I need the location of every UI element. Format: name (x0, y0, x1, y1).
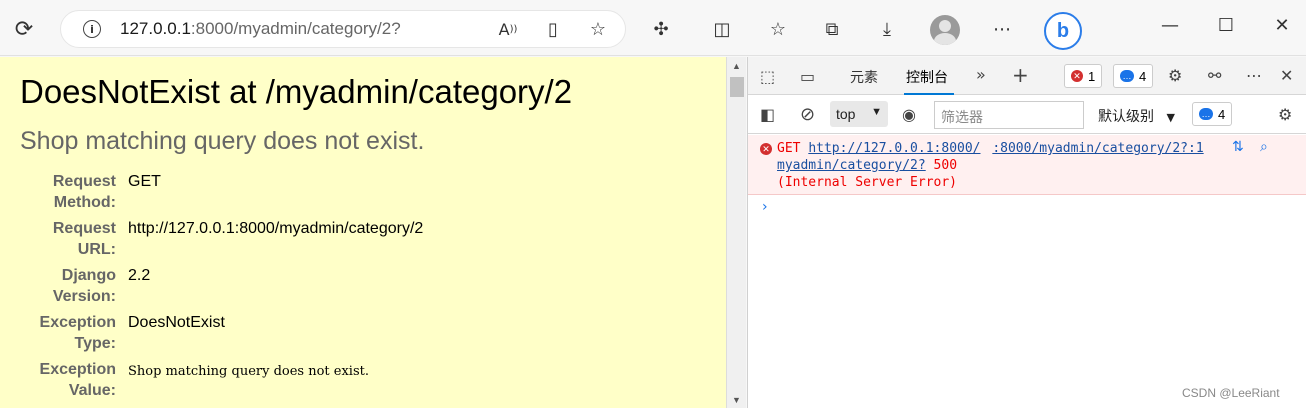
minimize-icon[interactable]: — (1154, 9, 1186, 41)
console-toolbar: ◧ ⊘ top ▼ ◉ 筛选器 默认级别 ▼ … 4 ⚙ (748, 96, 1306, 134)
address-url[interactable]: 127.0.0.1:8000/myadmin/category/2? (120, 19, 401, 39)
context-selector[interactable]: top ▼ (830, 101, 888, 127)
error-page: DoesNotExist at /myadmin/category/2 Shop… (0, 57, 726, 408)
meta-row: Request Method: GET (0, 167, 726, 214)
meta-row: Request URL: http://127.0.0.1:8000/myadmi… (0, 214, 726, 261)
log-level-label: 默认级别 (1098, 109, 1154, 125)
meta-value: http://127.0.0.1:8000/myadmin/category/2 (128, 220, 424, 237)
log-url-link[interactable]: http://127.0.0.1:8000/ (808, 141, 980, 156)
chevron-down-icon: ▼ (871, 106, 882, 118)
network-request-icon[interactable]: ⇅ (1232, 139, 1244, 155)
url-host: 127.0.0.1 (120, 19, 191, 38)
filter-placeholder: 筛选器 (941, 110, 983, 126)
info-icon[interactable]: i (76, 13, 108, 45)
scroll-down-icon[interactable]: ▼ (732, 395, 741, 405)
log-url-link-2[interactable]: myadmin/category/2? (777, 158, 926, 173)
profile-avatar[interactable] (930, 15, 960, 45)
message-count: 4 (1139, 68, 1147, 84)
message-icon: … (1199, 108, 1213, 120)
more-icon[interactable]: ⋯ (986, 13, 1018, 45)
error-line-1: GET http://127.0.0.1:8000/ :8000/myadmin… (777, 141, 1204, 156)
tab-console[interactable]: 控制台 (904, 67, 954, 95)
context-value: top (836, 106, 856, 122)
search-icon[interactable]: ⌕ (1260, 139, 1268, 155)
favorites-icon[interactable]: ☆ (762, 13, 794, 45)
url-path: :8000/myadmin/category/2? (190, 19, 401, 38)
error-icon: ✕ (760, 143, 772, 155)
add-tab-icon[interactable]: + (1012, 63, 1029, 87)
devtools-tabbar: ⬚ ▭ 元素 控制台 » + ✕ 1 … 4 ⚙ ⚯ ⋯ ✕ (748, 57, 1306, 95)
chevron-down-icon: ▼ (1166, 111, 1175, 124)
meta-row: Exception Value: Shop matching query does… (0, 355, 726, 402)
close-icon[interactable]: ✕ (1266, 9, 1298, 41)
page-title: DoesNotExist at /myadmin/category/2 (20, 73, 573, 110)
sidebar-toggle-icon[interactable]: ◧ (760, 105, 775, 124)
log-source-link[interactable]: :8000/myadmin/category/2?:1 (992, 141, 1203, 156)
filter-input[interactable]: 筛选器 (934, 101, 1084, 129)
meta-row: Exception Type: DoesNotExist (0, 308, 726, 355)
device-emulation-icon[interactable]: ▭ (800, 67, 815, 86)
log-status-text: (Internal Server Error) (777, 175, 958, 190)
error-line-2: myadmin/category/2? 500 (777, 158, 957, 173)
console-error-message: ✕ GET http://127.0.0.1:8000/ :8000/myadm… (748, 135, 1306, 195)
meta-key: Exception Type: (39, 314, 116, 352)
customize-icon[interactable]: ⚯ (1208, 66, 1221, 85)
message-badge[interactable]: … 4 (1113, 64, 1154, 88)
refresh-icon[interactable]: ⟳ (8, 13, 40, 45)
immersive-reader-icon[interactable]: ▯ (537, 13, 569, 45)
meta-value: GET (128, 173, 161, 190)
extensions-icon[interactable]: ✣ (645, 13, 677, 45)
issues-badge[interactable]: … 4 (1192, 102, 1233, 126)
request-meta-table: Request Method: GET Request URL: http://12… (0, 167, 726, 402)
error-icon: ✕ (1071, 70, 1083, 82)
page-scrollbar[interactable]: ▲ ▼ (726, 57, 746, 408)
watermark: CSDN @LeeRiant (1182, 386, 1280, 400)
page-subtitle: Shop matching query does not exist. (20, 127, 425, 155)
message-icon: … (1120, 70, 1134, 82)
favorite-add-icon[interactable]: ☆ (582, 13, 614, 45)
log-status: 500 (933, 158, 958, 173)
more-options-icon[interactable]: ⋯ (1246, 66, 1262, 85)
console-settings-icon[interactable]: ⚙ (1278, 105, 1292, 124)
browser-toolbar: ⟳ i 127.0.0.1:8000/myadmin/category/2? A… (0, 0, 1306, 56)
error-line-3: (Internal Server Error) (777, 175, 957, 190)
split-screen-icon[interactable]: ◫ (706, 13, 738, 45)
clear-console-icon[interactable]: ⊘ (800, 104, 815, 125)
settings-icon[interactable]: ⚙ (1168, 66, 1182, 85)
meta-row: Django Version: 2.2 (0, 261, 726, 308)
log-level-selector[interactable]: 默认级别 ▼ (1098, 106, 1175, 126)
error-count: 1 (1088, 68, 1096, 84)
scroll-thumb[interactable] (730, 77, 744, 97)
meta-key: Django Version: (52, 267, 116, 305)
more-tabs-icon[interactable]: » (976, 65, 986, 84)
collections-icon[interactable]: ⧉ (816, 13, 848, 45)
tab-elements[interactable]: 元素 (850, 67, 878, 87)
meta-key: Exception Value: (39, 361, 116, 399)
maximize-icon[interactable]: ☐ (1210, 9, 1242, 41)
error-badge[interactable]: ✕ 1 (1064, 64, 1103, 88)
bing-icon[interactable]: b (1044, 12, 1082, 50)
inspect-icon[interactable]: ⬚ (760, 67, 775, 86)
console-prompt[interactable]: › (762, 199, 768, 215)
meta-key: Request Method: (52, 173, 116, 211)
meta-value: Shop matching query does not exist. (128, 364, 369, 379)
read-aloud-icon[interactable]: A)) (492, 13, 524, 45)
meta-value: DoesNotExist (128, 314, 225, 331)
downloads-icon[interactable]: ⤓ (871, 13, 903, 45)
scroll-up-icon[interactable]: ▲ (732, 61, 741, 71)
meta-key: Request URL: (52, 220, 116, 258)
meta-value: 2.2 (128, 267, 151, 284)
close-devtools-icon[interactable]: ✕ (1280, 66, 1293, 85)
live-expression-icon[interactable]: ◉ (902, 105, 916, 124)
issues-count: 4 (1218, 106, 1226, 122)
log-method: GET (777, 141, 801, 156)
devtools-panel: ⬚ ▭ 元素 控制台 » + ✕ 1 … 4 ⚙ ⚯ ⋯ ✕ ◧ ⊘ top ▼… (747, 57, 1306, 408)
